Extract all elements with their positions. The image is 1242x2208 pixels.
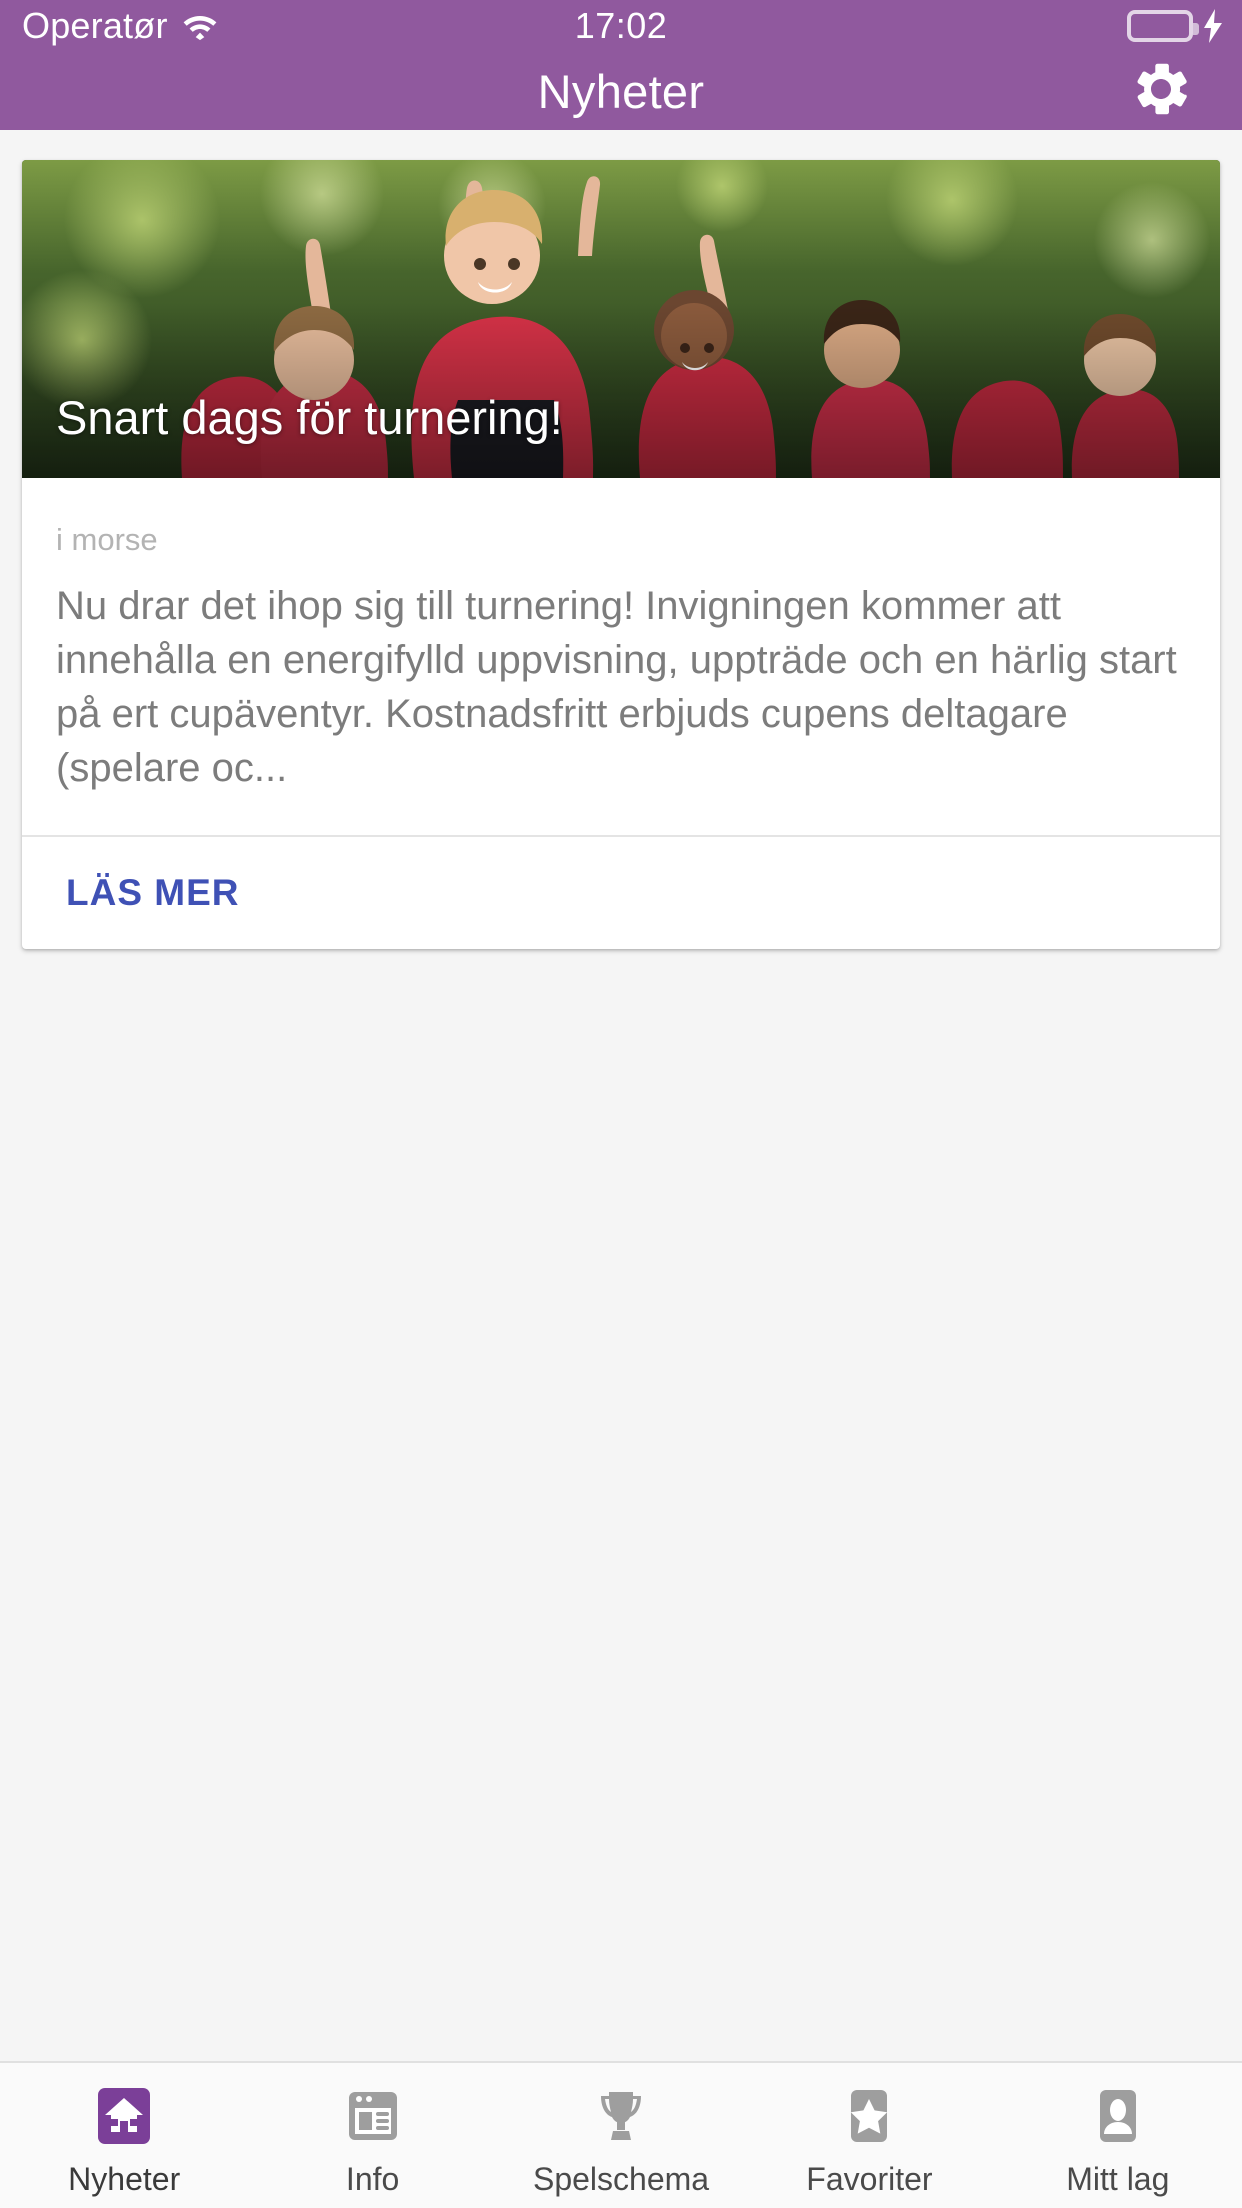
- gear-icon: [1130, 58, 1192, 125]
- news-card-media: Snart dags för turnering!: [22, 160, 1220, 478]
- page-title: Nyheter: [537, 64, 705, 118]
- tab-spelschema[interactable]: Spelschema: [497, 2063, 745, 2208]
- read-more-button[interactable]: LÄS MER: [56, 864, 250, 922]
- news-timestamp: i morse: [56, 522, 158, 557]
- trophy-icon: [588, 2083, 654, 2149]
- status-bar-right: [1127, 0, 1224, 52]
- news-excerpt: Nu drar det ihop sig till turnering! Inv…: [56, 584, 1177, 790]
- status-bar-clock: 17:02: [574, 5, 668, 46]
- tab-mitt-lag[interactable]: Mitt lag: [994, 2063, 1242, 2208]
- person-icon: [1085, 2083, 1151, 2149]
- star-icon: [836, 2083, 902, 2149]
- bottom-tab-bar: Nyheter Info Spelschema Favoriter Mitt l…: [0, 2061, 1242, 2208]
- news-feed-scroll[interactable]: Snart dags för turnering! i morse Nu dra…: [0, 130, 1242, 2061]
- app-header: Operatør 17:02 Nyheter: [0, 0, 1242, 130]
- tab-label-info: Info: [345, 2160, 400, 2197]
- battery-full-icon: [1127, 10, 1199, 42]
- settings-button[interactable]: [1130, 60, 1192, 122]
- tab-label-favoriter: Favoriter: [806, 2160, 933, 2197]
- news-card[interactable]: Snart dags för turnering! i morse Nu dra…: [22, 160, 1220, 949]
- lightning-bolt-icon: [1202, 9, 1224, 43]
- navigation-bar: Nyheter: [0, 52, 1242, 130]
- tab-nyheter[interactable]: Nyheter: [0, 2063, 248, 2208]
- home-icon: [91, 2083, 157, 2149]
- status-bar: Operatør 17:02: [0, 0, 1242, 52]
- news-card-actions: LÄS MER: [22, 837, 1220, 949]
- tab-label-mitt-lag: Mitt lag: [1066, 2160, 1170, 2197]
- tab-label-nyheter: Nyheter: [68, 2160, 181, 2197]
- news-card-body: i morse Nu drar det ihop sig till turner…: [22, 478, 1220, 835]
- tab-favoriter[interactable]: Favoriter: [745, 2063, 993, 2208]
- newspaper-icon: [340, 2083, 406, 2149]
- tab-info[interactable]: Info: [248, 2063, 496, 2208]
- tab-label-spelschema: Spelschema: [532, 2160, 710, 2197]
- news-headline: Snart dags för turnering!: [56, 391, 563, 445]
